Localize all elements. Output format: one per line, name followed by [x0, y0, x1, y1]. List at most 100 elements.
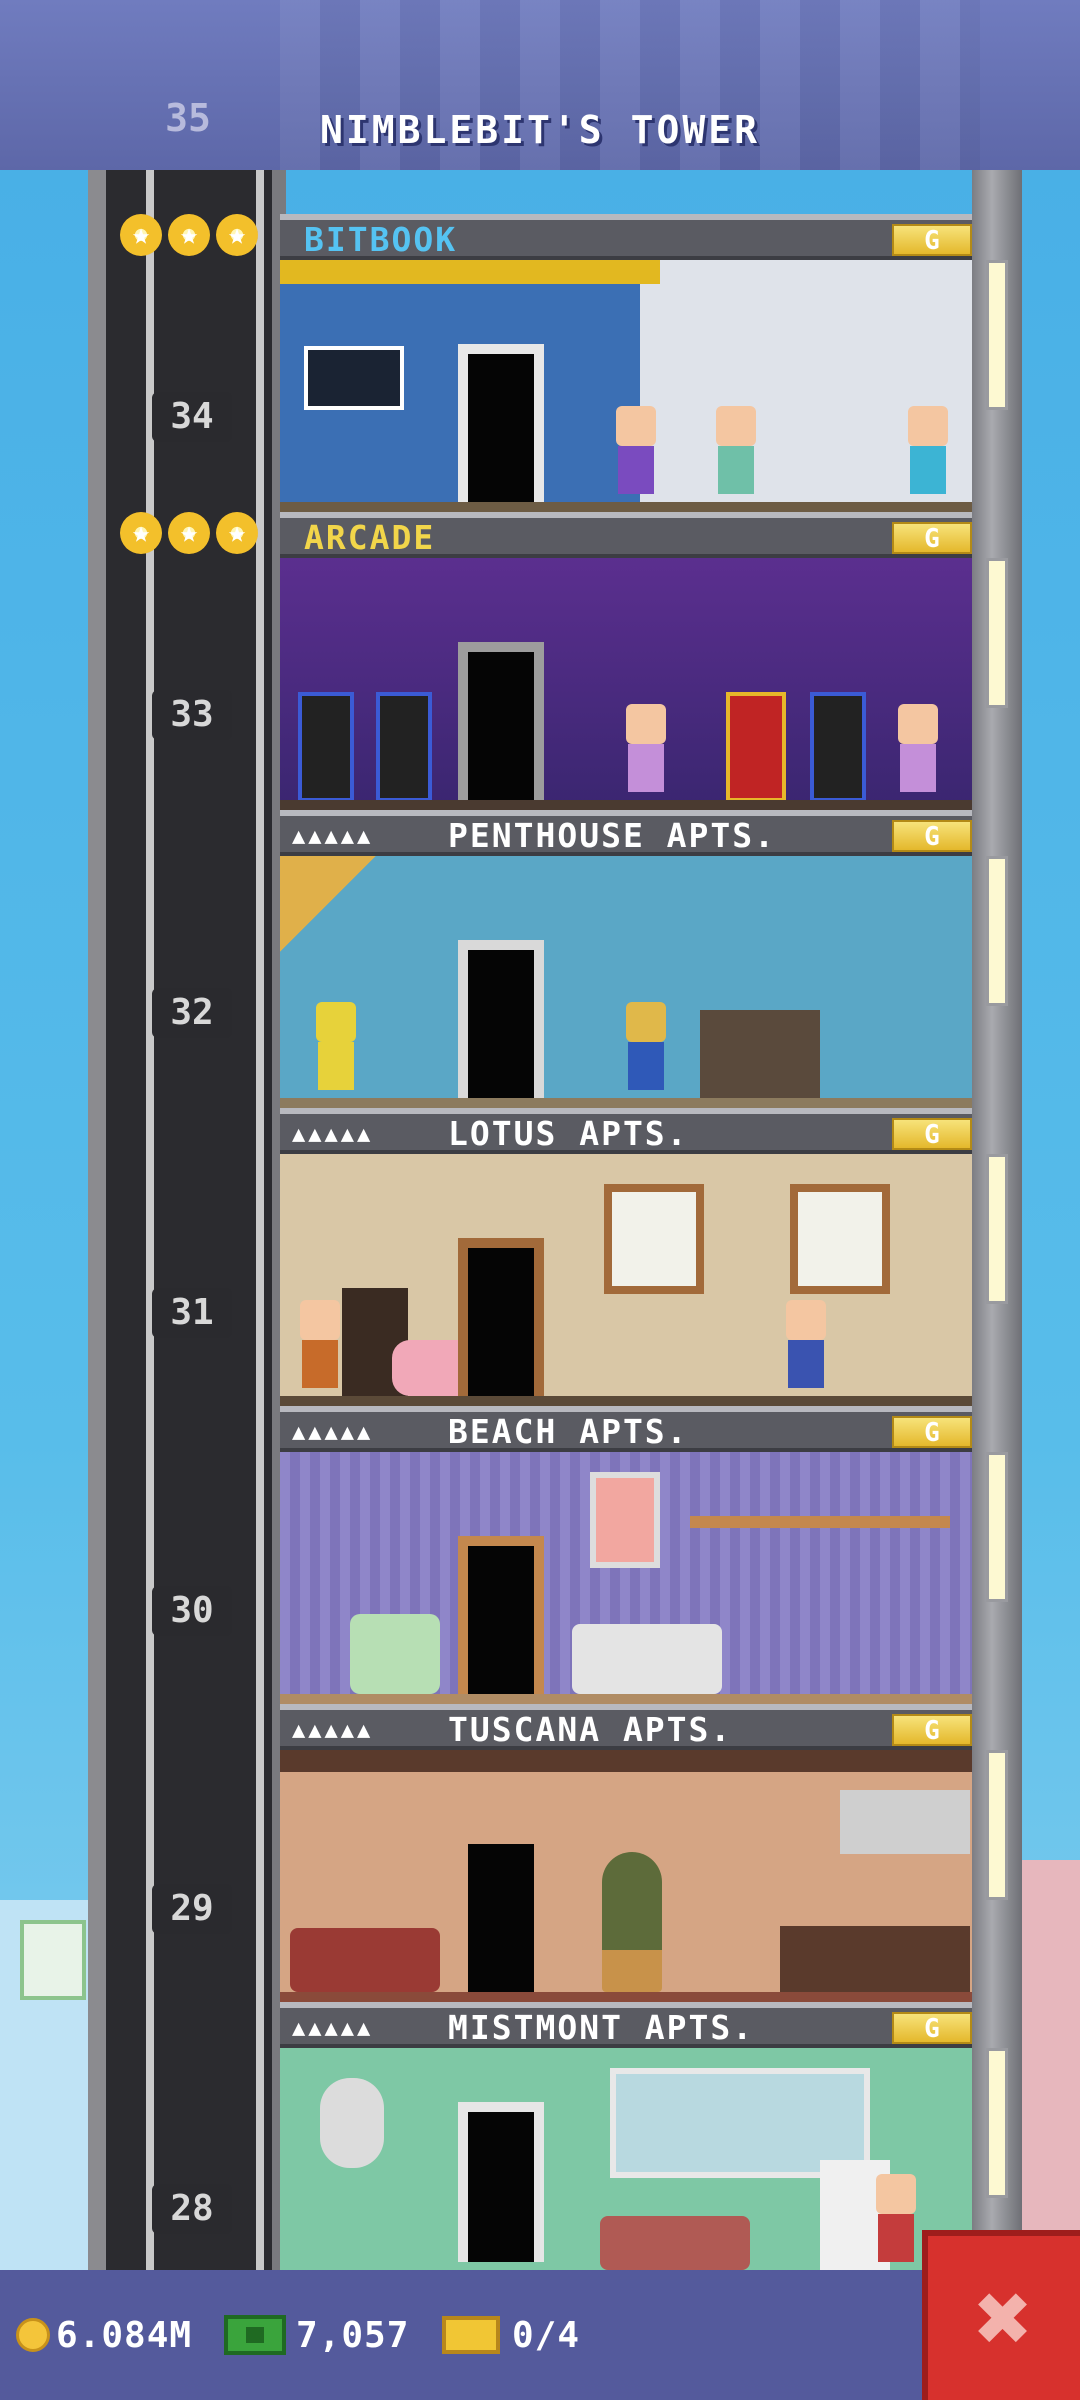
picture-frame	[590, 1472, 660, 1568]
resident-slots: ▲▲▲▲▲	[292, 2016, 374, 2041]
mirror	[320, 2078, 384, 2168]
floor-bitbook[interactable]: BITBOOK G	[280, 214, 972, 512]
resident[interactable]	[710, 406, 762, 502]
floor-number-29: 29	[152, 1884, 232, 1934]
tickets-stat[interactable]: 0/4	[442, 2310, 580, 2360]
gold-badge[interactable]: G	[892, 1416, 972, 1448]
couch	[290, 1928, 440, 1992]
plant	[602, 1852, 662, 1992]
floor-name: ARCADE	[304, 518, 436, 557]
resident[interactable]	[310, 1002, 362, 1098]
pillar-light	[986, 1750, 1008, 1900]
door	[458, 1536, 544, 1696]
arcade-machine	[298, 692, 354, 802]
gold-badge[interactable]: G	[892, 224, 972, 256]
pillar-light	[986, 2048, 1008, 2198]
floor-arcade[interactable]: ARCADE G	[280, 512, 972, 810]
coins-stat[interactable]: 6.084M	[16, 2310, 192, 2360]
star-icon: ★	[120, 512, 162, 554]
pillar-light	[986, 856, 1008, 1006]
ceiling-lamp	[280, 260, 660, 284]
floor-sign[interactable]: ▲▲▲▲▲ MISTMONT APTS. G	[280, 2002, 972, 2048]
billboard	[20, 1920, 86, 2000]
room-interior	[280, 1154, 972, 1406]
floor-line	[280, 502, 972, 512]
star-icon: ★	[168, 214, 210, 256]
floor-sign[interactable]: ▲▲▲▲▲ TUSCANA APTS. G	[280, 1704, 972, 1750]
ticket-icon	[442, 2316, 500, 2354]
floor-sign[interactable]: BITBOOK G	[280, 214, 972, 260]
floor-sign[interactable]: ▲▲▲▲▲ BEACH APTS. G	[280, 1406, 972, 1452]
floor-name: BITBOOK	[304, 220, 458, 259]
fireplace	[700, 1010, 820, 1100]
star-icon: ★	[168, 512, 210, 554]
floor-name: TUSCANA APTS.	[448, 1710, 733, 1749]
floor-mistmont-apts[interactable]: ▲▲▲▲▲ MISTMONT APTS. G	[280, 2002, 972, 2270]
resident-slots: ▲▲▲▲▲	[292, 1122, 374, 1147]
floor-penthouse-apts[interactable]: ▲▲▲▲▲ PENTHOUSE APTS. G	[280, 810, 972, 1108]
bux-value: 7,057	[296, 2314, 410, 2356]
room-interior	[280, 1452, 972, 1704]
resident-slots: ▲▲▲▲▲	[292, 1420, 374, 1445]
floor-number-28: 28	[152, 2184, 232, 2234]
room-interior	[280, 2048, 972, 2270]
floor-line	[280, 1992, 972, 2002]
sofa	[572, 1624, 722, 1694]
floor-name: LOTUS APTS.	[448, 1114, 689, 1153]
close-button[interactable]: ✖	[922, 2230, 1080, 2400]
bottom-bar: 6.084M 7,057 0/4	[0, 2270, 1080, 2400]
floor-sign[interactable]: ▲▲▲▲▲ PENTHOUSE APTS. G	[280, 810, 972, 856]
resident[interactable]	[780, 1300, 832, 1396]
door	[458, 1834, 544, 1994]
bux-icon	[224, 2315, 286, 2355]
resident[interactable]	[294, 1300, 346, 1396]
elevator-rail	[146, 170, 154, 2270]
pillar-light	[986, 558, 1008, 708]
resident[interactable]	[892, 704, 944, 800]
tickets-value: 0/4	[512, 2314, 581, 2356]
bux-stat[interactable]: 7,057	[224, 2310, 409, 2360]
gold-badge[interactable]: G	[892, 820, 972, 852]
window	[790, 1184, 890, 1294]
window	[604, 1184, 704, 1294]
door	[458, 940, 544, 1100]
floor-number-30: 30	[152, 1586, 232, 1636]
resident[interactable]	[620, 1002, 672, 1098]
tower-title: NIMBLEBIT'S TOWER	[320, 108, 760, 152]
background-building	[1022, 1860, 1080, 2280]
elevator-shaft[interactable]	[88, 170, 286, 2270]
floor-number-34: 34	[152, 392, 232, 442]
gold-badge[interactable]: G	[892, 2012, 972, 2044]
arcade-machine	[726, 692, 786, 802]
floor-number-31: 31	[152, 1288, 232, 1338]
resident[interactable]	[902, 406, 954, 502]
floor-sign[interactable]: ▲▲▲▲▲ LOTUS APTS. G	[280, 1108, 972, 1154]
gold-badge[interactable]: G	[892, 1118, 972, 1150]
computer-desk	[304, 346, 404, 410]
tower-pillar	[972, 170, 1022, 2270]
door	[458, 344, 544, 504]
star-icon: ★	[216, 512, 258, 554]
star-icon: ★	[216, 214, 258, 256]
gold-badge[interactable]: G	[892, 1714, 972, 1746]
floor-number-32: 32	[152, 988, 232, 1038]
floor-number-33: 33	[152, 690, 232, 740]
resident[interactable]	[610, 406, 662, 502]
floor-line	[280, 1098, 972, 1108]
resident-slots: ▲▲▲▲▲	[292, 1718, 374, 1743]
pillar-light	[986, 260, 1008, 410]
resident[interactable]	[870, 2174, 922, 2270]
gold-badge[interactable]: G	[892, 522, 972, 554]
floor-sign[interactable]: ARCADE G	[280, 512, 972, 558]
wall-shelf	[690, 1516, 950, 1528]
floor-line	[280, 800, 972, 810]
star-icon: ★	[120, 214, 162, 256]
floor-beach-apts[interactable]: ▲▲▲▲▲ BEACH APTS. G	[280, 1406, 972, 1704]
coins-value: 6.084M	[56, 2314, 193, 2356]
floor-lotus-apts[interactable]: ▲▲▲▲▲ LOTUS APTS. G	[280, 1108, 972, 1406]
resident[interactable]	[620, 704, 672, 800]
resident-slots: ▲▲▲▲▲	[292, 824, 374, 849]
room-interior	[280, 856, 972, 1108]
floor-stars: ★ ★ ★	[120, 512, 264, 558]
floor-tuscana-apts[interactable]: ▲▲▲▲▲ TUSCANA APTS. G	[280, 1704, 972, 2002]
